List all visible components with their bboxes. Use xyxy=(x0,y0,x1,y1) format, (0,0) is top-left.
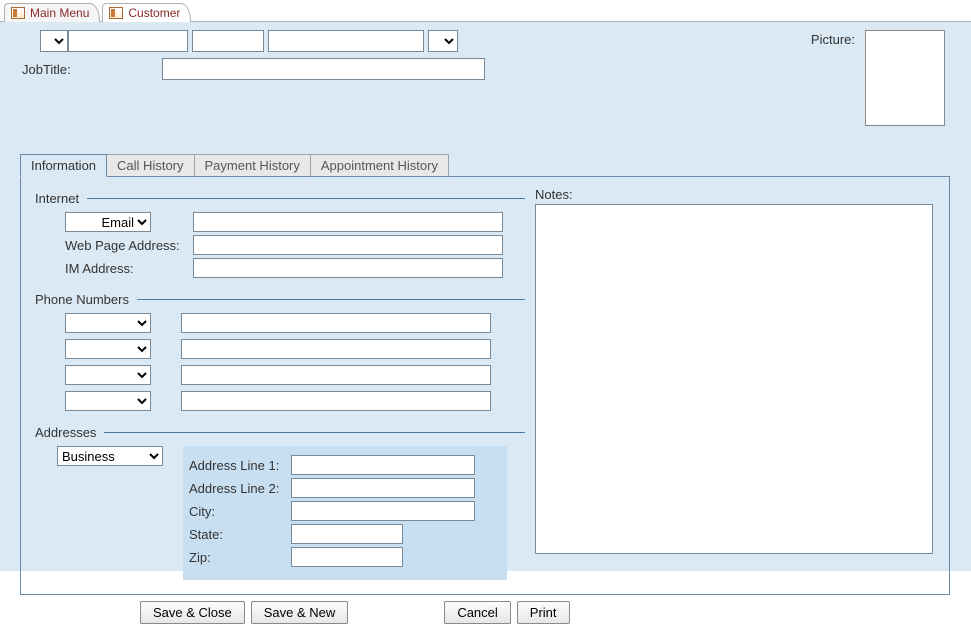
addr-state-label: State: xyxy=(189,527,291,542)
button-bar: Save & Close Save & New Cancel Print xyxy=(140,601,953,624)
save-close-button[interactable]: Save & Close xyxy=(140,601,245,624)
doc-tab-customer-label: Customer xyxy=(128,6,180,20)
addr-line1-input[interactable] xyxy=(291,455,475,475)
doc-tab-customer[interactable]: Customer xyxy=(102,3,191,22)
phone-type-select-1[interactable] xyxy=(65,313,151,333)
address-group-label: Addresses xyxy=(35,425,96,440)
customer-form: JobTitle: Picture: Information Call Hist… xyxy=(0,22,971,571)
notes-textarea[interactable] xyxy=(535,204,933,554)
im-label: IM Address: xyxy=(65,261,193,276)
name-block: JobTitle: xyxy=(18,30,811,80)
im-input[interactable] xyxy=(193,258,503,278)
addr-line2-label: Address Line 2: xyxy=(189,481,291,496)
tab-call-history[interactable]: Call History xyxy=(107,154,194,177)
addr-zip-input[interactable] xyxy=(291,547,403,567)
print-button[interactable]: Print xyxy=(517,601,570,624)
phone-number-input-1[interactable] xyxy=(181,313,491,333)
middle-name-input[interactable] xyxy=(192,30,264,52)
doc-tab-main-menu-label: Main Menu xyxy=(30,6,89,20)
jobtitle-input[interactable] xyxy=(162,58,485,80)
email-input[interactable] xyxy=(193,212,503,232)
internet-group-label: Internet xyxy=(35,191,79,206)
cancel-button[interactable]: Cancel xyxy=(444,601,510,624)
phone-row-4 xyxy=(65,391,525,411)
tab-page-information: Internet Email Web Page Address: IM Addr… xyxy=(20,177,950,595)
form-icon xyxy=(109,7,123,19)
first-name-input[interactable] xyxy=(68,30,188,52)
header-row: JobTitle: Picture: xyxy=(18,30,953,126)
divider-line xyxy=(87,198,525,199)
doc-tab-main-menu[interactable]: Main Menu xyxy=(4,3,100,22)
internet-group-header: Internet xyxy=(35,191,525,206)
form-icon xyxy=(11,7,25,19)
phone-row-1 xyxy=(65,313,525,333)
picture-label: Picture: xyxy=(811,30,855,47)
jobtitle-label: JobTitle: xyxy=(22,62,162,77)
document-tab-strip: Main Menu Customer xyxy=(0,0,971,22)
addr-city-label: City: xyxy=(189,504,291,519)
addr-zip-label: Zip: xyxy=(189,550,291,565)
left-column: Internet Email Web Page Address: IM Addr… xyxy=(35,187,525,580)
phone-number-input-2[interactable] xyxy=(181,339,491,359)
divider-line xyxy=(104,432,525,433)
suffix-select[interactable] xyxy=(428,30,458,52)
addr-line2-input[interactable] xyxy=(291,478,475,498)
details-tab-control: Information Call History Payment History… xyxy=(20,154,950,595)
phone-number-input-4[interactable] xyxy=(181,391,491,411)
details-tab-strip: Information Call History Payment History… xyxy=(20,154,950,177)
right-column: Notes: xyxy=(525,187,935,580)
phone-row-3 xyxy=(65,365,525,385)
address-block: Business Address Line 1: Address Line 2:… xyxy=(57,446,525,580)
address-type-select[interactable]: Business xyxy=(57,446,163,466)
phone-type-select-2[interactable] xyxy=(65,339,151,359)
name-row xyxy=(40,30,811,52)
web-label: Web Page Address: xyxy=(65,238,193,253)
phone-type-select-4[interactable] xyxy=(65,391,151,411)
phone-group-header: Phone Numbers xyxy=(35,292,525,307)
addr-line1-label: Address Line 1: xyxy=(189,458,291,473)
phone-type-select-3[interactable] xyxy=(65,365,151,385)
picture-box[interactable] xyxy=(865,30,945,126)
last-name-input[interactable] xyxy=(268,30,424,52)
tab-payment-history[interactable]: Payment History xyxy=(195,154,311,177)
picture-block: Picture: xyxy=(811,30,945,126)
address-panel: Address Line 1: Address Line 2: City: xyxy=(183,446,507,580)
addr-state-input[interactable] xyxy=(291,524,403,544)
phone-row-2 xyxy=(65,339,525,359)
notes-label: Notes: xyxy=(535,187,935,202)
jobtitle-row: JobTitle: xyxy=(22,58,811,80)
phone-number-input-3[interactable] xyxy=(181,365,491,385)
tab-information[interactable]: Information xyxy=(20,154,107,177)
web-input[interactable] xyxy=(193,235,503,255)
phone-group-label: Phone Numbers xyxy=(35,292,129,307)
addr-city-input[interactable] xyxy=(291,501,475,521)
email-type-select[interactable]: Email xyxy=(65,212,151,232)
tab-appointment-history[interactable]: Appointment History xyxy=(311,154,449,177)
address-group-header: Addresses xyxy=(35,425,525,440)
save-new-button[interactable]: Save & New xyxy=(251,601,349,624)
prefix-select[interactable] xyxy=(40,30,68,52)
divider-line xyxy=(137,299,525,300)
